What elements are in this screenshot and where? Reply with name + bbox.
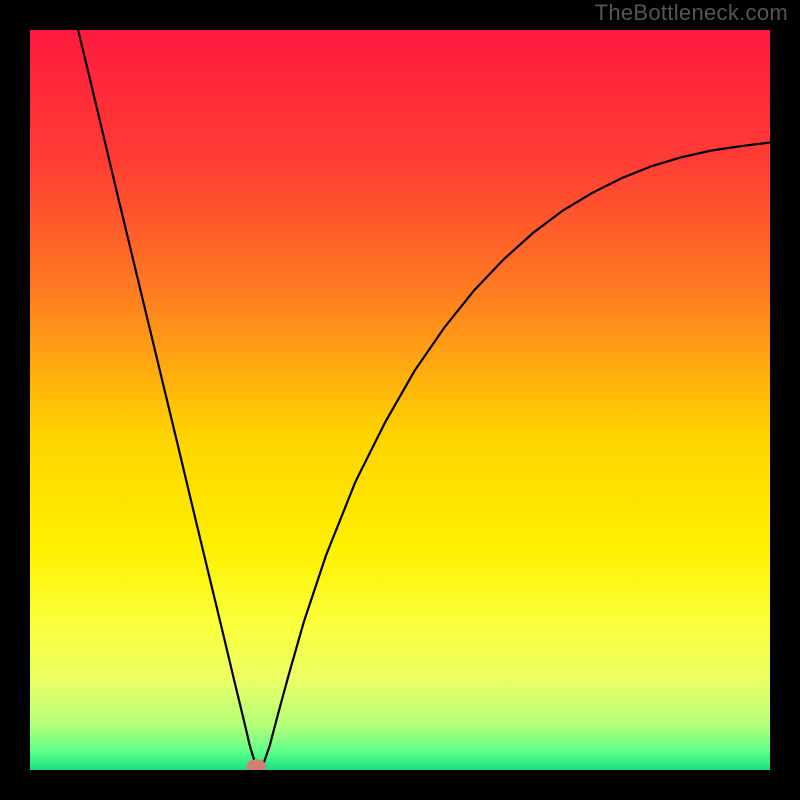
watermark-text: TheBottleneck.com xyxy=(595,0,788,26)
plot-area xyxy=(30,30,770,770)
chart-frame: TheBottleneck.com xyxy=(0,0,800,800)
gradient-background xyxy=(30,30,770,770)
chart-svg xyxy=(30,30,770,770)
